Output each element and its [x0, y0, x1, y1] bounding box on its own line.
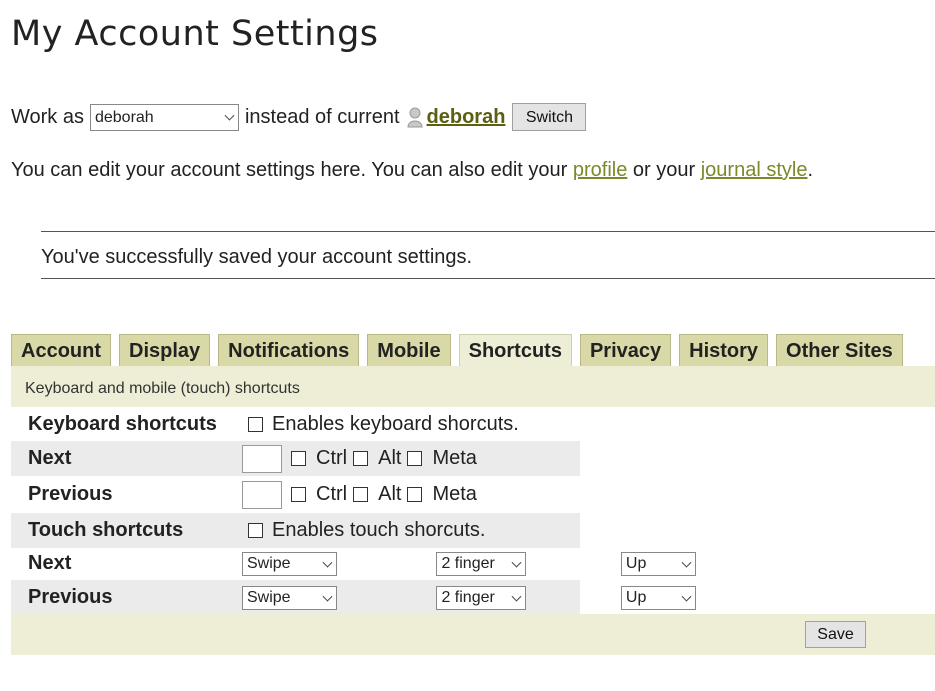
- touch-enable-text: Enables touch shorcuts.: [272, 519, 486, 541]
- tab-account[interactable]: Account: [11, 334, 111, 367]
- chevron-down-icon: [681, 557, 692, 568]
- switch-button[interactable]: Switch: [512, 103, 587, 131]
- kb-next-row: Next Ctrl Alt Meta: [11, 441, 580, 476]
- keyboard-enable-checkbox[interactable]: [248, 417, 263, 432]
- touch-next-direction-value: Up: [625, 555, 647, 572]
- keyboard-shortcuts-row: Keyboard shortcuts Enables keyboard shor…: [11, 407, 580, 442]
- touch-shortcuts-label: Touch shortcuts: [28, 519, 184, 541]
- user-icon: [407, 106, 423, 128]
- notice-top-divider: [41, 231, 935, 232]
- current-user-link[interactable]: deborah: [427, 104, 506, 131]
- kb-next-alt-checkbox[interactable]: [353, 451, 369, 466]
- touch-previous-direction-select[interactable]: Up: [620, 586, 696, 610]
- kb-previous-alt-label: Alt: [378, 483, 402, 505]
- intro-or: or your: [632, 159, 696, 181]
- page-title: My Account Settings: [11, 14, 379, 54]
- kb-next-ctrl-label: Ctrl: [316, 447, 348, 469]
- instead-of-text: instead of current: [244, 105, 400, 128]
- tab-display[interactable]: Display: [119, 334, 211, 367]
- kb-previous-ctrl-checkbox[interactable]: [291, 487, 306, 502]
- work-as-row: Work as deborah instead of current debor…: [11, 103, 587, 131]
- chevron-down-icon: [224, 110, 235, 121]
- kb-previous-ctrl-label: Ctrl: [316, 483, 348, 505]
- kb-previous-row: Previous Ctrl Alt Meta: [11, 477, 580, 512]
- intro-end: .: [807, 159, 814, 181]
- profile-link[interactable]: profile: [573, 159, 627, 181]
- tab-mobile[interactable]: Mobile: [367, 334, 451, 367]
- touch-shortcuts-row: Touch shortcuts Enables touch shorcuts.: [11, 513, 580, 548]
- kb-previous-meta-label: Meta: [432, 483, 477, 505]
- kb-previous-meta-checkbox[interactable]: [407, 487, 423, 502]
- notice-bottom-divider: [41, 278, 935, 279]
- touch-next-label: Next: [28, 552, 72, 574]
- touch-next-fingers-select[interactable]: 2 finger: [436, 552, 527, 576]
- work-as-select[interactable]: deborah: [89, 103, 239, 131]
- kb-next-label: Next: [28, 447, 72, 469]
- touch-enable-checkbox[interactable]: [248, 523, 263, 538]
- kb-previous-key-input[interactable]: [242, 481, 282, 509]
- keyboard-shortcuts-label: Keyboard shortcuts: [28, 413, 217, 435]
- intro-text-1: You can edit your account settings here.…: [11, 159, 568, 181]
- panel-heading: Keyboard and mobile (touch) shortcuts: [11, 366, 935, 407]
- touch-enable-option: Enables touch shorcuts.: [248, 513, 485, 548]
- tab-history[interactable]: History: [679, 334, 769, 367]
- kb-next-alt-label: Alt: [378, 447, 402, 469]
- intro-text: You can edit your account settings here.…: [11, 157, 813, 183]
- tab-notifications[interactable]: Notifications: [218, 334, 360, 367]
- touch-next-row: Next Swipe 2 finger Up: [11, 546, 696, 581]
- touch-previous-label: Previous: [28, 586, 113, 608]
- tab-shortcuts[interactable]: Shortcuts: [458, 334, 572, 367]
- tab-other-sites[interactable]: Other Sites: [776, 334, 903, 367]
- chevron-down-icon: [322, 591, 333, 602]
- kb-next-ctrl-checkbox[interactable]: [291, 451, 306, 466]
- kb-previous-label: Previous: [28, 483, 113, 505]
- touch-previous-gesture-select[interactable]: Swipe: [242, 586, 337, 610]
- chevron-down-icon: [681, 591, 692, 602]
- work-as-label: Work as: [11, 105, 84, 128]
- save-button[interactable]: Save: [805, 621, 866, 648]
- kb-previous-modifiers: Ctrl Alt Meta: [291, 477, 477, 512]
- touch-next-direction-select[interactable]: Up: [620, 552, 696, 576]
- touch-previous-fingers-select[interactable]: 2 finger: [436, 586, 527, 610]
- touch-previous-direction-value: Up: [625, 589, 647, 606]
- keyboard-enable-option: Enables keyboard shorcuts.: [248, 407, 519, 442]
- touch-next-gesture-select[interactable]: Swipe: [242, 552, 337, 576]
- work-as-selected: deborah: [94, 108, 154, 126]
- chevron-down-icon: [322, 557, 333, 568]
- touch-previous-row: Previous Swipe 2 finger Up: [11, 580, 696, 615]
- chevron-down-icon: [512, 557, 522, 568]
- journal-style-link[interactable]: journal style: [701, 159, 808, 181]
- kb-previous-alt-checkbox[interactable]: [353, 487, 369, 502]
- touch-previous-gesture-value: Swipe: [247, 589, 291, 606]
- touch-previous-fingers-value: 2 finger: [441, 589, 495, 606]
- kb-next-meta-checkbox[interactable]: [407, 451, 423, 466]
- success-notice: You've successfully saved your account s…: [41, 246, 473, 268]
- touch-next-gesture-value: Swipe: [247, 555, 291, 572]
- kb-next-key-input[interactable]: [242, 445, 282, 473]
- touch-next-fingers-value: 2 finger: [441, 555, 495, 572]
- chevron-down-icon: [512, 591, 522, 602]
- keyboard-enable-text: Enables keyboard shorcuts.: [272, 413, 519, 435]
- panel-footer: Save: [11, 614, 935, 655]
- tab-privacy[interactable]: Privacy: [579, 334, 672, 367]
- kb-next-meta-label: Meta: [432, 447, 477, 469]
- settings-tabs: Account Display Notifications Mobile Sho…: [11, 334, 911, 367]
- kb-next-modifiers: Ctrl Alt Meta: [291, 441, 477, 476]
